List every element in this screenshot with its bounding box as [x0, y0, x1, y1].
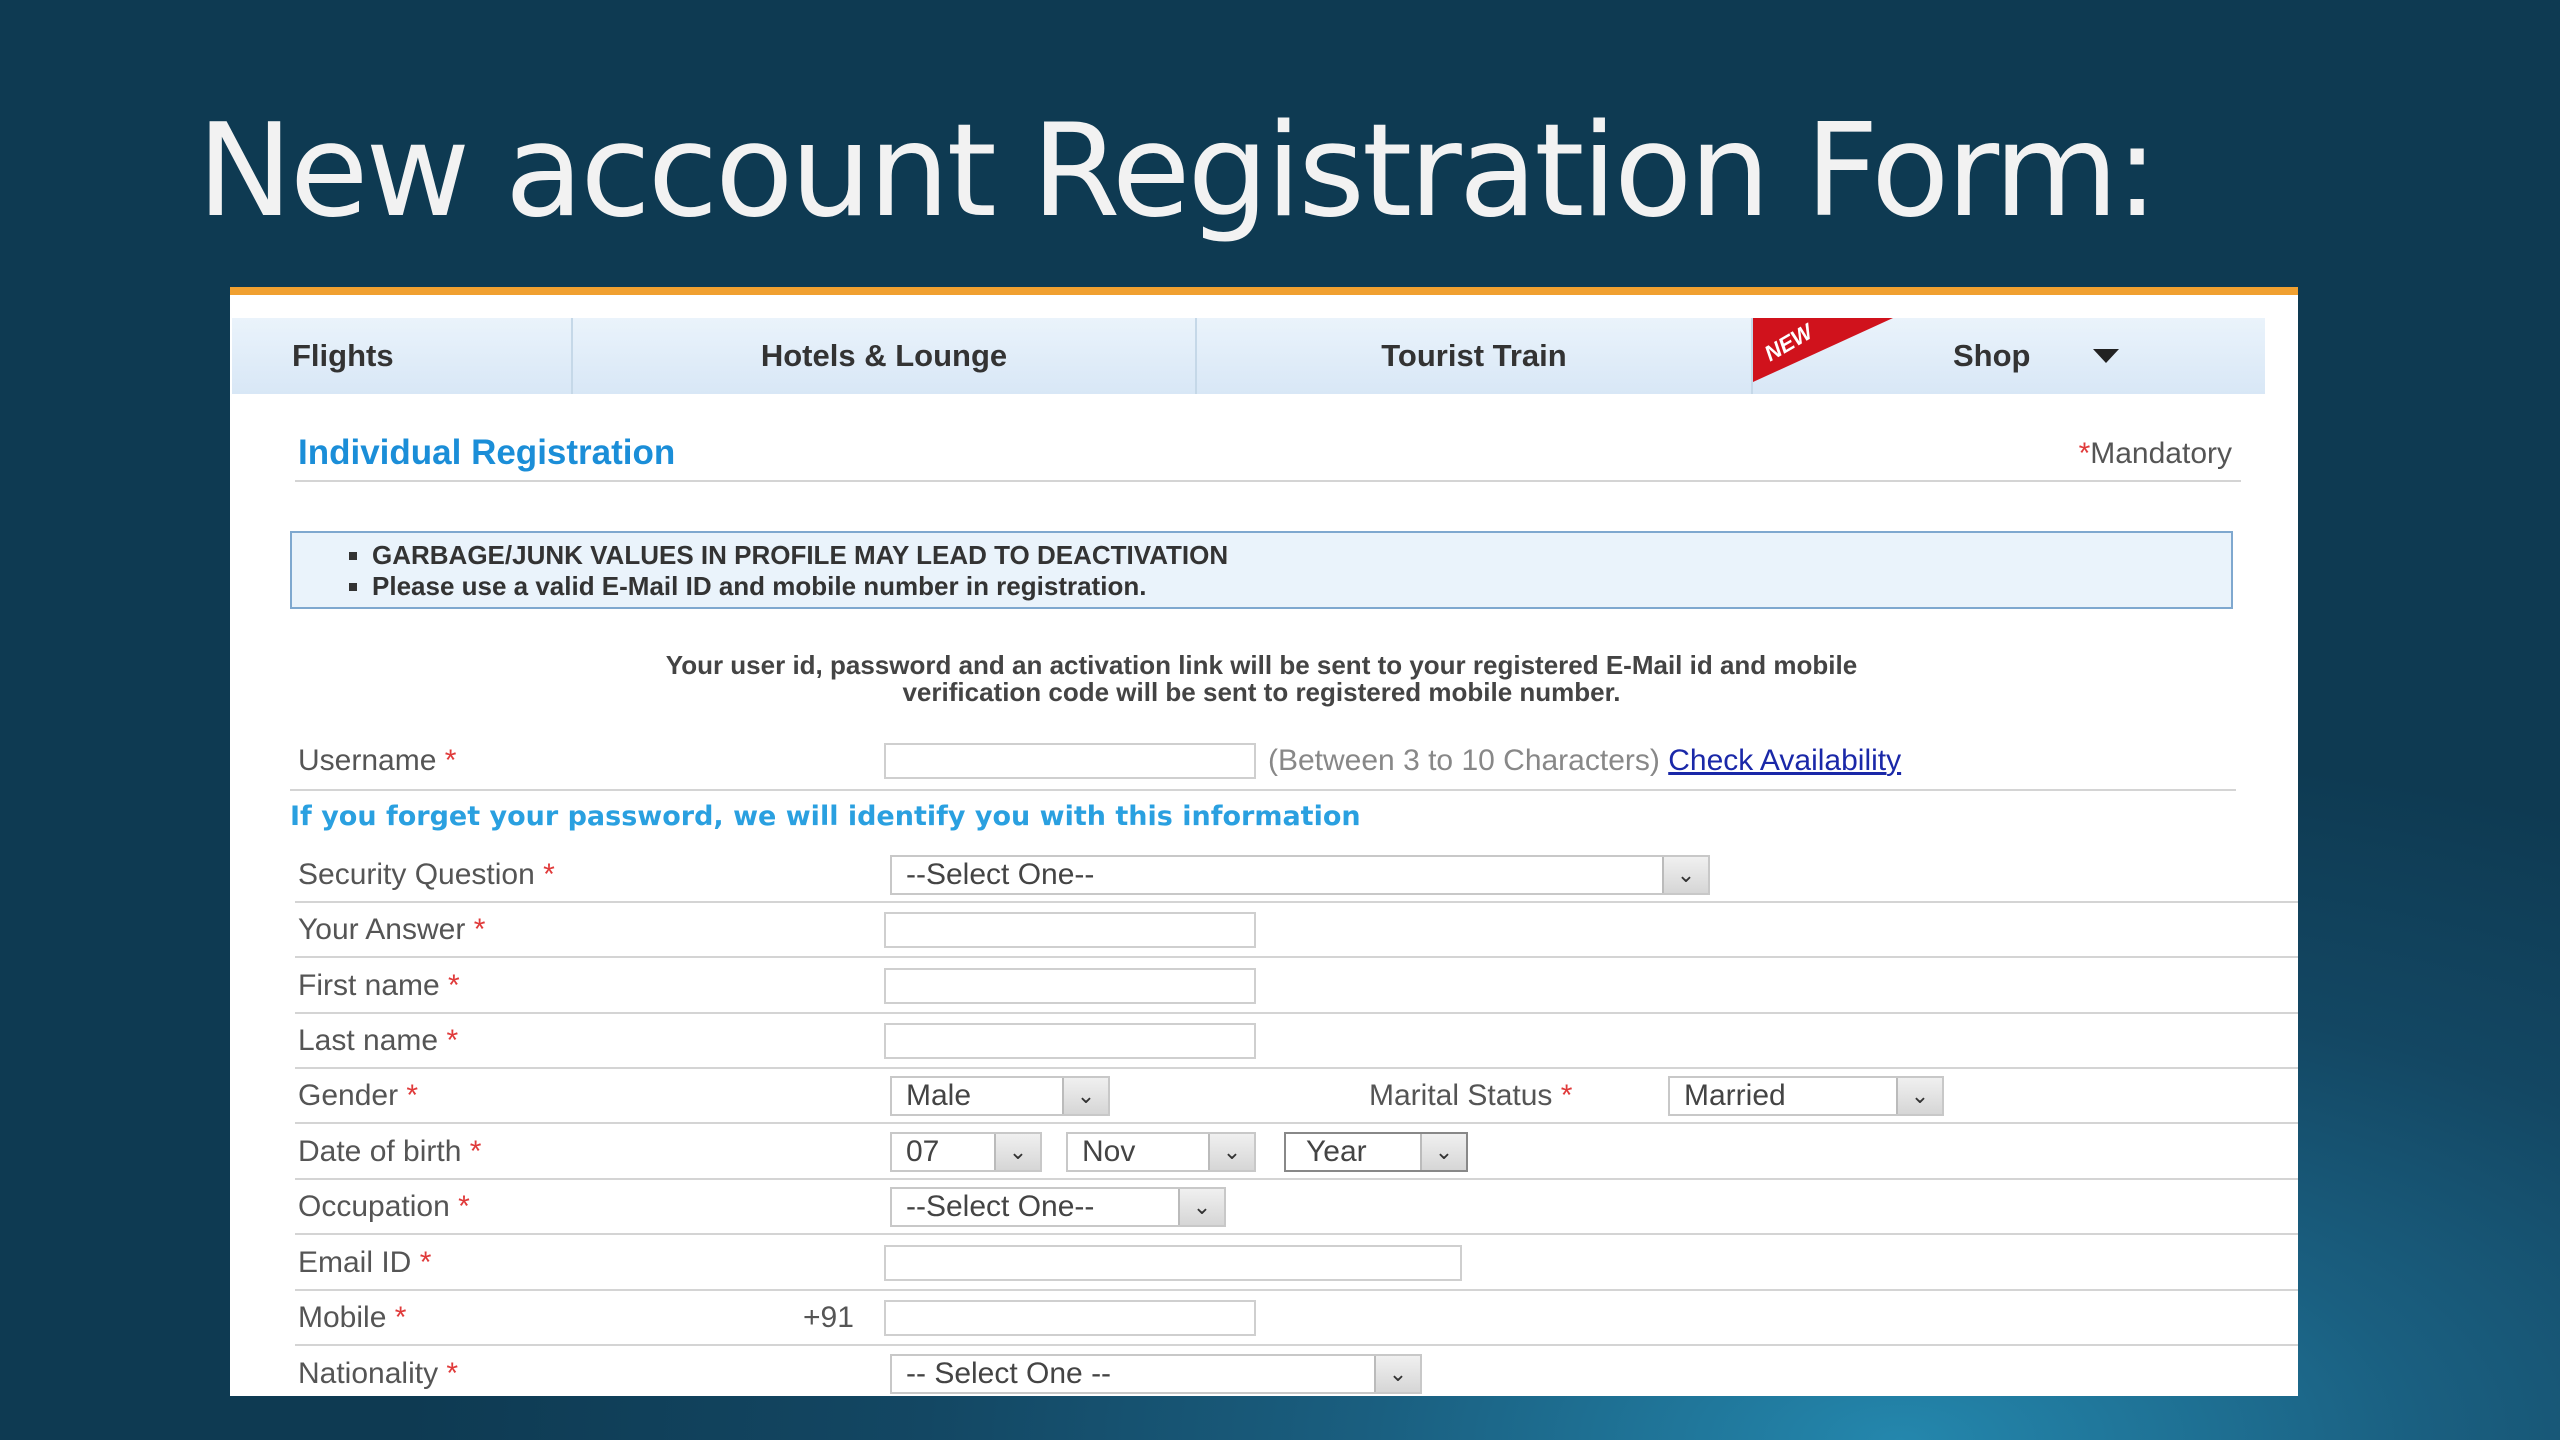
mandatory-legend: *Mandatory	[2079, 437, 2232, 471]
security-question-row: Security Question * --Select One-- ⌄	[298, 847, 2238, 902]
username-hint: (Between 3 to 10 Characters) Check Avail…	[1268, 743, 1902, 777]
chevron-down-icon[interactable]: ⌄	[1662, 856, 1708, 893]
chevron-down-icon[interactable]: ⌄	[1062, 1077, 1108, 1114]
first-name-label: First name *	[298, 968, 460, 1002]
divider	[290, 789, 2236, 791]
dob-label: Date of birth *	[298, 1134, 482, 1168]
gender-select[interactable]: Male ⌄	[890, 1075, 1110, 1116]
dob-row: Date of birth * 07 ⌄ Nov ⌄ Year ⌄	[298, 1124, 2238, 1179]
tab-hotels-lounge[interactable]: Hotels & Lounge	[573, 318, 1197, 394]
nationality-label: Nationality *	[298, 1356, 459, 1390]
username-label: Username *	[298, 743, 457, 777]
email-input[interactable]	[884, 1244, 1462, 1281]
tab-label: Hotels & Lounge	[760, 338, 1008, 373]
occupation-row: Occupation * --Select One-- ⌄	[298, 1179, 2238, 1234]
chevron-down-icon[interactable]: ⌄	[1178, 1188, 1224, 1225]
mobile-input[interactable]	[884, 1299, 1256, 1336]
gender-label: Gender *	[298, 1078, 419, 1112]
security-question-label: Security Question *	[298, 857, 555, 891]
username-row: Username * (Between 3 to 10 Characters) …	[298, 733, 2238, 788]
chevron-down-icon[interactable]: ⌄	[1374, 1355, 1420, 1392]
registration-panel: Flights Hotels & Lounge Tourist Train NE…	[230, 287, 2298, 1396]
mobile-label: Mobile *	[298, 1300, 407, 1334]
last-name-input[interactable]	[884, 1022, 1256, 1059]
mandatory-label: Mandatory	[2090, 437, 2232, 470]
tab-label: Shop	[1953, 338, 2031, 373]
email-label: Email ID *	[298, 1245, 432, 1279]
last-name-row: Last name *	[298, 1013, 2238, 1068]
slide-title: New account Registration Form:	[197, 97, 2159, 246]
accent-bar	[230, 287, 2298, 295]
tab-label: Flights	[292, 338, 394, 373]
email-row: Email ID *	[298, 1235, 2238, 1290]
nationality-row: Nationality * -- Select One -- ⌄	[298, 1346, 2238, 1396]
chevron-down-icon[interactable]: ⌄	[994, 1133, 1040, 1170]
info-text: Your user id, password and an activation…	[290, 652, 2233, 706]
notice-item: Please use a valid E-Mail ID and mobile …	[372, 571, 2231, 602]
occupation-select[interactable]: --Select One-- ⌄	[890, 1186, 1226, 1227]
marital-status-label: Marital Status *	[1369, 1078, 1573, 1112]
last-name-label: Last name *	[298, 1023, 459, 1057]
info-line: Your user id, password and an activation…	[665, 650, 1858, 680]
chevron-down-icon[interactable]: ⌄	[1208, 1133, 1254, 1170]
caret-down-icon[interactable]	[2092, 349, 2119, 363]
occupation-label: Occupation *	[298, 1189, 470, 1223]
required-star: *	[2078, 437, 2091, 470]
first-name-input[interactable]	[884, 967, 1256, 1004]
nav-bar: Flights Hotels & Lounge Tourist Train NE…	[232, 318, 2265, 394]
answer-label: Your Answer *	[298, 912, 486, 946]
dob-month-select[interactable]: Nov ⌄	[1066, 1131, 1256, 1172]
chevron-down-icon[interactable]: ⌄	[1896, 1077, 1942, 1114]
tab-label: Tourist Train	[1381, 338, 1567, 373]
check-availability-link[interactable]: Check Availability	[1668, 744, 1901, 777]
chevron-down-icon[interactable]: ⌄	[1420, 1133, 1466, 1170]
answer-input[interactable]	[884, 911, 1256, 948]
divider	[295, 480, 2241, 482]
tab-shop[interactable]: NEW Shop	[1753, 318, 2265, 394]
tab-flights[interactable]: Flights	[232, 318, 573, 394]
notice-item: GARBAGE/JUNK VALUES IN PROFILE MAY LEAD …	[372, 540, 2231, 571]
notice-box: GARBAGE/JUNK VALUES IN PROFILE MAY LEAD …	[290, 531, 2233, 609]
marital-status-select[interactable]: Married ⌄	[1668, 1075, 1944, 1116]
recovery-note: If you forget your password, we will ide…	[290, 801, 1361, 832]
nationality-select[interactable]: -- Select One -- ⌄	[890, 1353, 1422, 1394]
dob-year-select[interactable]: Year ⌄	[1284, 1131, 1468, 1172]
mobile-prefix: +91	[803, 1300, 854, 1334]
first-name-row: First name *	[298, 958, 2238, 1013]
form-heading: Individual Registration	[298, 433, 676, 472]
gender-row: Gender * Male ⌄ Marital Status * Married ⌄	[298, 1068, 2238, 1123]
info-line: verification code will be sent to regist…	[902, 677, 1621, 707]
security-question-select[interactable]: --Select One-- ⌄	[890, 854, 1710, 895]
answer-row: Your Answer *	[298, 902, 2238, 957]
mobile-row: Mobile * +91	[298, 1290, 2238, 1345]
tab-tourist-train[interactable]: Tourist Train	[1197, 318, 1753, 394]
dob-day-select[interactable]: 07 ⌄	[890, 1131, 1042, 1172]
username-input[interactable]	[884, 742, 1256, 779]
